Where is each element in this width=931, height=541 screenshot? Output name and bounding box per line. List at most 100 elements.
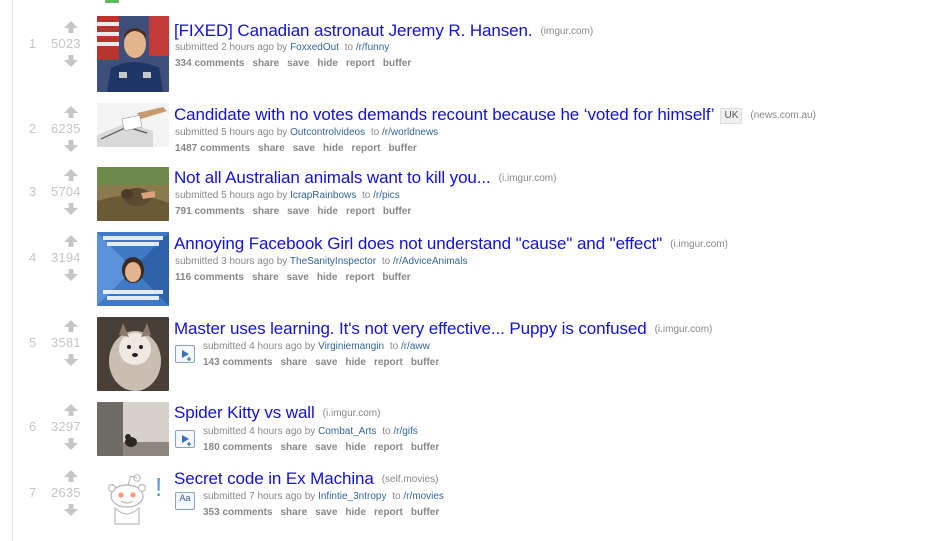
author-link[interactable]: Infintie_3ntropy [318,491,386,502]
share-button[interactable]: share [252,58,279,69]
post-thumbnail[interactable] [97,103,169,147]
comments-link[interactable]: 180 comments [203,442,272,453]
report-button[interactable]: report [374,507,403,518]
author-link[interactable]: FoxxedOut [290,42,339,53]
downvote-arrow-icon[interactable] [61,503,81,517]
buffer-button[interactable]: buffer [382,272,410,283]
comments-link[interactable]: 791 comments [175,206,244,217]
upvote-arrow-icon[interactable] [61,234,81,248]
share-button[interactable]: share [280,442,307,453]
subreddit-link[interactable]: /r/gifs [393,426,417,437]
downvote-arrow-icon[interactable] [61,139,81,153]
comments-link[interactable]: 116 comments [175,272,244,283]
subreddit-link[interactable]: /r/AdviceAnimals [393,256,467,267]
author-link[interactable]: Combat_Arts [318,426,376,437]
save-button[interactable]: save [315,357,337,368]
upvote-arrow-icon[interactable] [61,168,81,182]
post-domain[interactable]: (self.movies) [382,474,439,485]
report-button[interactable]: report [346,206,375,217]
post-buttons: 353 comments share save hide report buffer [203,506,447,520]
post-title-link[interactable]: Annoying Facebook Girl does not understa… [174,234,662,253]
buffer-button[interactable]: buffer [383,206,411,217]
post-domain[interactable]: (imgur.com) [540,26,593,37]
post-tagline: submitted 2 hours ago by FoxxedOut to /r… [175,41,389,55]
post-domain[interactable]: (i.imgur.com) [499,173,557,184]
save-button[interactable]: save [315,507,337,518]
downvote-arrow-icon[interactable] [61,268,81,282]
post-title-link[interactable]: Spider Kitty vs wall [174,403,315,422]
submitted-text: submitted 3 hours ago by [175,256,288,267]
post-title-link[interactable]: Secret code in Ex Machina [174,469,374,488]
post-buttons: 143 comments share save hide report buffer [203,356,447,370]
post-thumbnail[interactable] [97,402,169,456]
post-thumbnail[interactable] [97,16,169,92]
save-button[interactable]: save [287,58,309,69]
author-link[interactable]: Outcontrolvideos [290,127,365,138]
downvote-arrow-icon[interactable] [61,202,81,216]
share-button[interactable]: share [252,272,279,283]
hide-button[interactable]: hide [317,58,338,69]
upvote-arrow-icon[interactable] [61,20,81,34]
save-button[interactable]: save [293,143,315,154]
upvote-arrow-icon[interactable] [61,469,81,483]
author-link[interactable]: IcrapRainbows [290,190,356,201]
hide-button[interactable]: hide [323,143,344,154]
upvote-arrow-icon[interactable] [61,105,81,119]
share-button[interactable]: share [280,507,307,518]
downvote-arrow-icon[interactable] [61,54,81,68]
post-thumbnail[interactable] [97,232,169,306]
report-button[interactable]: report [374,357,403,368]
subreddit-link[interactable]: /r/aww [401,341,430,352]
buffer-button[interactable]: buffer [411,357,439,368]
post-domain[interactable]: (i.imgur.com) [323,408,381,419]
downvote-arrow-icon[interactable] [61,353,81,367]
post-thumbnail[interactable] [97,167,169,221]
post-title-link[interactable]: [FIXED] Canadian astronaut Jeremy R. Han… [174,21,533,40]
hide-button[interactable]: hide [345,507,366,518]
post-title-link[interactable]: Not all Australian animals want to kill … [174,168,491,187]
hide-button[interactable]: hide [345,357,366,368]
save-button[interactable]: save [287,272,309,283]
buffer-button[interactable]: buffer [383,58,411,69]
hide-button[interactable]: hide [345,442,366,453]
report-button[interactable]: report [352,143,381,154]
report-button[interactable]: report [374,442,403,453]
share-button[interactable]: share [258,143,285,154]
author-link[interactable]: TheSanityInspector [290,256,376,267]
comments-link[interactable]: 334 comments [175,58,244,69]
hide-button[interactable]: hide [317,272,338,283]
author-link[interactable]: Virginiemangin [318,341,384,352]
subreddit-link[interactable]: /r/movies [403,491,444,502]
subreddit-link[interactable]: /r/pics [373,190,400,201]
report-button[interactable]: report [346,58,375,69]
buffer-button[interactable]: buffer [411,507,439,518]
ballot-box-photo [97,103,169,147]
comments-link[interactable]: 353 comments [203,507,272,518]
post-title-link[interactable]: Master uses learning. It's not very effe… [174,319,647,338]
buffer-button[interactable]: buffer [411,442,439,453]
post-thumbnail[interactable] [97,317,169,391]
save-button[interactable]: save [287,206,309,217]
video-expando-icon[interactable] [175,345,195,363]
post-thumbnail[interactable]: ! [97,466,169,526]
puppy-photo [97,317,169,391]
save-button[interactable]: save [315,442,337,453]
report-button[interactable]: report [345,272,374,283]
subreddit-link[interactable]: /r/worldnews [382,127,438,138]
comments-link[interactable]: 143 comments [203,357,272,368]
subreddit-link[interactable]: /r/funny [356,42,389,53]
hide-button[interactable]: hide [317,206,338,217]
downvote-arrow-icon[interactable] [61,437,81,451]
upvote-arrow-icon[interactable] [61,403,81,417]
share-button[interactable]: share [252,206,279,217]
post-title-link[interactable]: Candidate with no votes demands recount … [174,105,715,124]
video-expando-icon[interactable] [175,430,195,448]
post-domain[interactable]: (i.imgur.com) [670,239,728,250]
comments-link[interactable]: 1487 comments [175,143,250,154]
buffer-button[interactable]: buffer [388,143,416,154]
post-domain[interactable]: (i.imgur.com) [655,324,713,335]
text-expando-icon[interactable]: Aa [175,492,195,510]
share-button[interactable]: share [280,357,307,368]
post-domain[interactable]: (news.com.au) [750,110,816,121]
upvote-arrow-icon[interactable] [61,319,81,333]
